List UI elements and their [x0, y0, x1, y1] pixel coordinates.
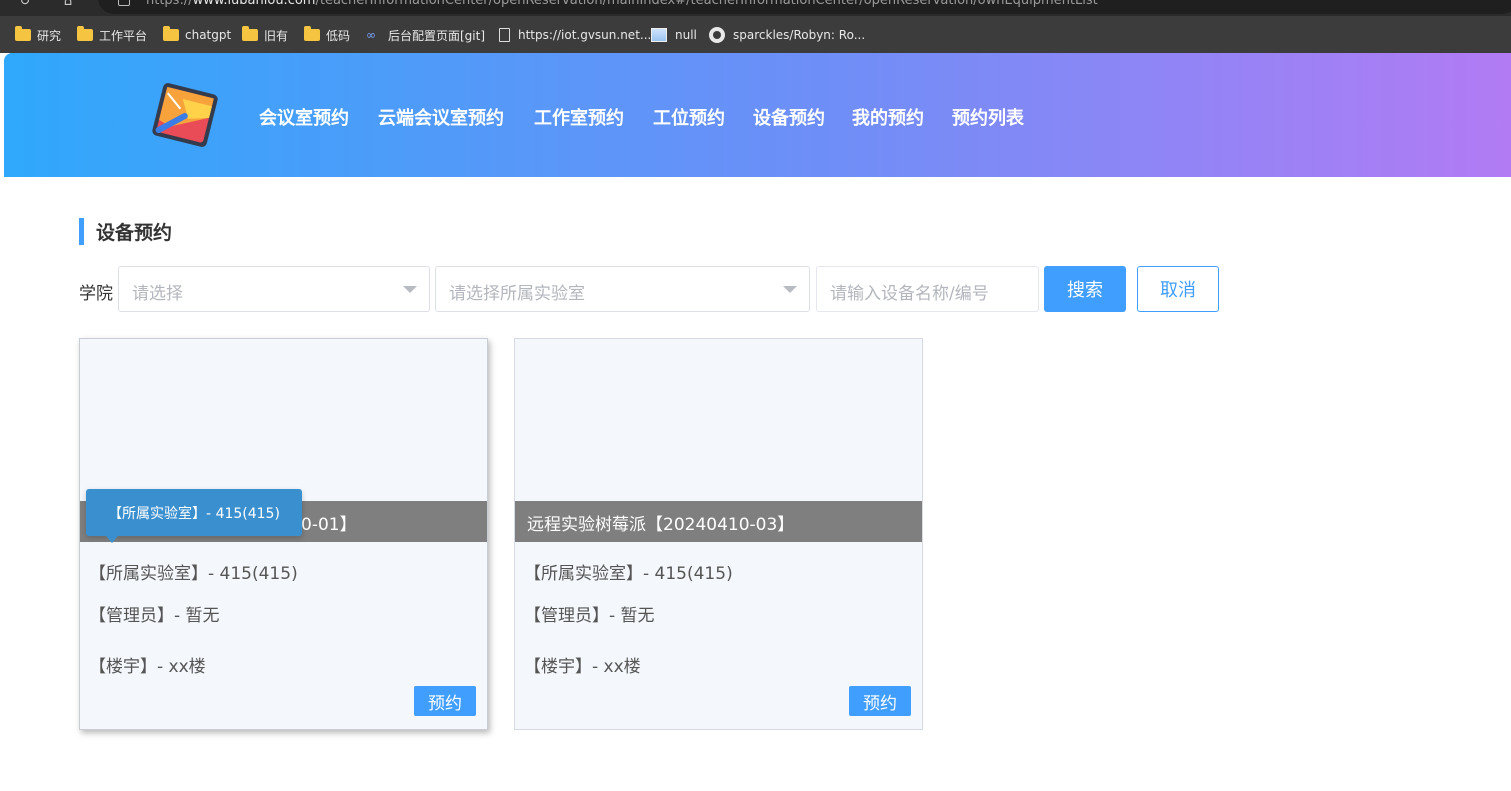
bookmark-link[interactable]: https://iot.gvsun.net... — [499, 26, 651, 44]
bookmark-folder[interactable]: 低码 — [304, 26, 350, 44]
equipment-name-bar: 远程实验树莓派【20240410-03】 — [515, 501, 922, 542]
equipment-search-input[interactable]: 请输入设备名称/编号 — [816, 266, 1039, 312]
equipment-manager: 【管理员】- 暂无 — [89, 606, 220, 626]
search-button[interactable]: 搜索 — [1044, 266, 1126, 312]
cancel-button[interactable]: 取消 — [1137, 266, 1219, 312]
chevron-down-icon — [783, 286, 797, 293]
app-logo — [152, 83, 218, 147]
college-select[interactable]: 请选择 — [118, 266, 430, 312]
reserve-button[interactable]: 预约 — [849, 686, 911, 716]
github-icon — [709, 27, 725, 43]
lab-select[interactable]: 请选择所属实验室 — [435, 266, 810, 312]
nav-meeting-room[interactable]: 会议室预约 — [259, 104, 349, 130]
page-icon — [499, 28, 510, 42]
chevron-down-icon — [403, 286, 417, 293]
college-label: 学院 — [79, 284, 113, 304]
equipment-lab: 【所属实验室】- 415(415) — [89, 564, 298, 584]
equipment-card[interactable]: 远程实验树莓派【20240410-03】 【所属实验室】- 415(415) 【… — [514, 338, 923, 730]
reserve-button[interactable]: 预约 — [414, 686, 476, 716]
folder-icon — [163, 26, 179, 41]
bookmarks-bar: 研究 工作平台 chatgpt 旧有 低码 ∞ 后台配置页面[git] https… — [0, 20, 1511, 50]
url-text[interactable]: https://www.lubanlou.com/teacherInformat… — [146, 0, 1098, 8]
nav-workstation[interactable]: 工位预约 — [653, 104, 725, 130]
page-title: 设备预约 — [79, 217, 172, 245]
address-bar-row: ↻ ⌂ https://www.lubanlou.com/teacherInfo… — [0, 0, 1511, 16]
folder-icon — [15, 26, 31, 41]
folder-icon — [77, 26, 93, 41]
equipment-image — [515, 339, 922, 501]
nav-reservation-list[interactable]: 预约列表 — [952, 104, 1024, 130]
bookmark-folder[interactable]: 旧有 — [242, 26, 288, 44]
site-info-icon[interactable] — [118, 0, 130, 6]
equipment-building: 【楼宇】- xx楼 — [524, 657, 641, 677]
browser-chrome: ↻ ⌂ https://www.lubanlou.com/teacherInfo… — [0, 0, 1511, 53]
folder-icon — [242, 26, 258, 41]
equipment-building: 【楼宇】- xx楼 — [89, 657, 206, 677]
nav-my-reservations[interactable]: 我的预约 — [852, 104, 924, 130]
equipment-manager: 【管理员】- 暂无 — [524, 606, 655, 626]
search-input-placeholder: 请输入设备名称/编号 — [830, 284, 989, 304]
nav-studio[interactable]: 工作室预约 — [534, 104, 624, 130]
equipment-lab: 【所属实验室】- 415(415) — [524, 564, 733, 584]
bookmark-folder[interactable]: 工作平台 — [77, 26, 147, 44]
bookmark-folder[interactable]: 研究 — [15, 26, 61, 44]
bookmark-link[interactable]: null — [651, 26, 697, 44]
app-window: 会议室预约 云端会议室预约 工作室预约 工位预约 设备预约 我的预约 预约列表 … — [4, 53, 1511, 791]
lab-select-placeholder: 请选择所属实验室 — [449, 284, 585, 304]
top-header: 会议室预约 云端会议室预约 工作室预约 工位预约 设备预约 我的预约 预约列表 — [4, 53, 1511, 177]
home-icon[interactable]: ⌂ — [60, 0, 76, 10]
bookmark-folder[interactable]: chatgpt — [163, 26, 231, 44]
equipment-name: 0-01】 — [301, 515, 357, 535]
reload-icon[interactable]: ↻ — [17, 0, 33, 10]
bookmark-link[interactable]: sparckles/Robyn: Ro... — [709, 26, 865, 44]
equipment-name: 远程实验树莓派【20240410-03】 — [527, 515, 795, 535]
college-select-placeholder: 请选择 — [132, 284, 183, 304]
lab-tooltip: 【所属实验室】- 415(415) — [86, 489, 302, 543]
title-accent-bar — [79, 217, 84, 245]
nav-cloud-meeting-room[interactable]: 云端会议室预约 — [378, 104, 504, 130]
nav-equipment[interactable]: 设备预约 — [753, 104, 825, 130]
equipment-image — [80, 339, 487, 501]
link-icon: ∞ — [366, 28, 376, 42]
bookmark-link[interactable]: ∞ 后台配置页面[git] — [366, 26, 485, 44]
page-title-text: 设备预约 — [96, 221, 173, 244]
folder-icon — [304, 26, 320, 41]
image-icon — [651, 28, 667, 42]
